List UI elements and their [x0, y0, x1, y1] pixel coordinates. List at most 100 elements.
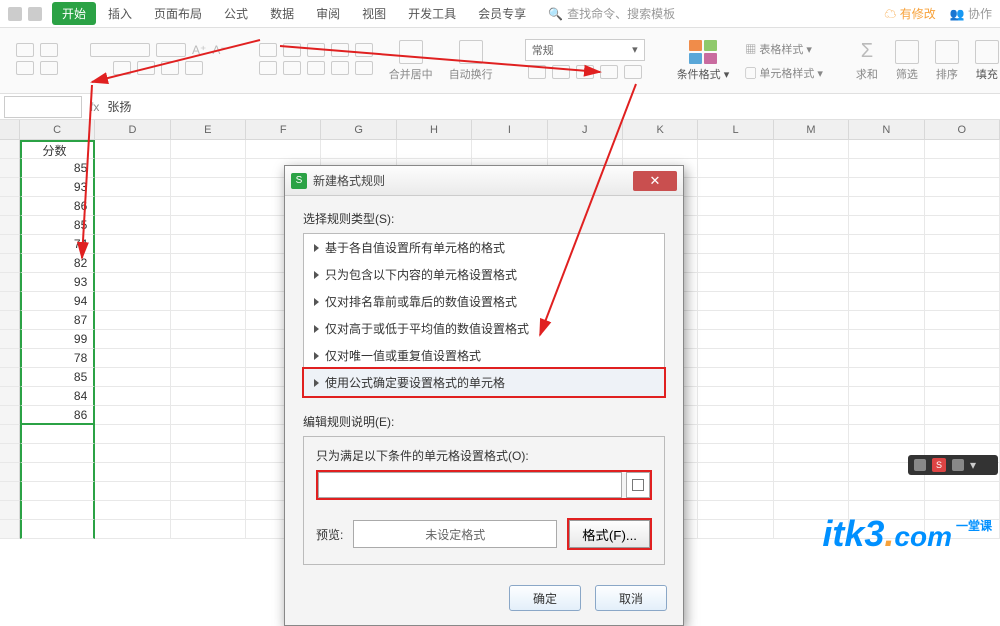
cell[interactable]: [623, 140, 698, 159]
cell[interactable]: 84: [20, 387, 95, 406]
cell[interactable]: [849, 387, 924, 406]
inc-dec-icon[interactable]: [600, 65, 618, 79]
col-hdr[interactable]: M: [774, 120, 849, 139]
border-icon[interactable]: [137, 61, 155, 75]
row-header[interactable]: [0, 254, 20, 273]
cell[interactable]: [925, 349, 1000, 368]
cell[interactable]: [925, 178, 1000, 197]
wrap-group[interactable]: 自动换行: [443, 28, 499, 93]
col-hdr[interactable]: N: [849, 120, 924, 139]
font-box[interactable]: [90, 43, 150, 57]
cell[interactable]: [171, 520, 246, 539]
al5[interactable]: [355, 43, 373, 57]
rule-item[interactable]: 仅对排名靠前或靠后的数值设置格式: [304, 288, 664, 315]
al4[interactable]: [331, 43, 349, 57]
al8[interactable]: [307, 61, 325, 75]
tab-formula[interactable]: 公式: [214, 1, 258, 26]
row-header[interactable]: [0, 387, 20, 406]
cell[interactable]: [849, 406, 924, 425]
cell[interactable]: [171, 178, 246, 197]
row-header[interactable]: [0, 330, 20, 349]
shrink-font-icon[interactable]: A⁻: [212, 43, 226, 57]
rule-item-selected[interactable]: 使用公式确定要设置格式的单元格: [304, 369, 664, 396]
name-box[interactable]: [4, 96, 82, 118]
cell[interactable]: [849, 197, 924, 216]
col-hdr[interactable]: G: [321, 120, 396, 139]
cell[interactable]: [171, 140, 246, 159]
cell[interactable]: [95, 520, 170, 539]
cell[interactable]: [95, 444, 170, 463]
cell[interactable]: [171, 501, 246, 520]
tab-data[interactable]: 数据: [260, 1, 304, 26]
row-header[interactable]: [0, 501, 20, 520]
cell[interactable]: [95, 463, 170, 482]
cell[interactable]: [698, 178, 773, 197]
brush-icon[interactable]: [40, 61, 58, 75]
cell[interactable]: [95, 311, 170, 330]
cell[interactable]: [698, 159, 773, 178]
qa-icon-2[interactable]: [28, 7, 42, 21]
cell[interactable]: [774, 311, 849, 330]
cell[interactable]: 99: [20, 330, 95, 349]
cell[interactable]: [698, 520, 773, 539]
cell[interactable]: [849, 273, 924, 292]
cell[interactable]: [774, 349, 849, 368]
al3[interactable]: [307, 43, 325, 57]
tab-home[interactable]: 开始: [52, 2, 96, 25]
cell[interactable]: [698, 235, 773, 254]
range-picker-button[interactable]: [626, 472, 650, 498]
fx-icon[interactable]: fx: [90, 100, 99, 114]
formula-input[interactable]: [318, 472, 622, 498]
cell[interactable]: [698, 349, 773, 368]
format-button[interactable]: 格式(F)...: [569, 520, 650, 548]
cell[interactable]: [95, 140, 170, 159]
cell[interactable]: [698, 254, 773, 273]
row-header[interactable]: [0, 178, 20, 197]
cell[interactable]: [472, 140, 547, 159]
tab-layout[interactable]: 页面布局: [144, 1, 212, 26]
cell[interactable]: [95, 254, 170, 273]
al9[interactable]: [331, 61, 349, 75]
cell[interactable]: [774, 216, 849, 235]
cancel-button[interactable]: 取消: [595, 585, 667, 611]
row-header[interactable]: [0, 463, 20, 482]
cell[interactable]: [925, 197, 1000, 216]
col-hdr[interactable]: E: [171, 120, 246, 139]
al7[interactable]: [283, 61, 301, 75]
row-header[interactable]: [0, 368, 20, 387]
cell[interactable]: 74: [20, 235, 95, 254]
rule-item[interactable]: 仅对唯一值或重复值设置格式: [304, 342, 664, 369]
cell[interactable]: [95, 501, 170, 520]
cell[interactable]: [849, 254, 924, 273]
row-header[interactable]: [0, 425, 20, 444]
cell-style-button[interactable]: ▢ 单元格样式 ▾: [745, 65, 823, 81]
cell[interactable]: [849, 330, 924, 349]
cell[interactable]: [171, 387, 246, 406]
cell[interactable]: [171, 216, 246, 235]
currency-icon[interactable]: [528, 65, 546, 79]
cell[interactable]: [925, 482, 1000, 501]
cell[interactable]: [849, 292, 924, 311]
cell[interactable]: [20, 444, 95, 463]
cell[interactable]: [20, 501, 95, 520]
cell[interactable]: 85: [20, 159, 95, 178]
number-format-select[interactable]: 常规▾: [525, 39, 645, 61]
qa-icon-1[interactable]: [8, 7, 22, 21]
bold-icon[interactable]: [113, 61, 131, 75]
select-all-corner[interactable]: [0, 120, 20, 139]
comma-icon[interactable]: [576, 65, 594, 79]
filter-button[interactable]: 筛选: [889, 28, 925, 93]
fill-color-icon[interactable]: [161, 61, 179, 75]
cell[interactable]: [171, 197, 246, 216]
cell[interactable]: [849, 159, 924, 178]
cell[interactable]: [774, 178, 849, 197]
cell[interactable]: [698, 368, 773, 387]
cell[interactable]: [171, 273, 246, 292]
tab-dev[interactable]: 开发工具: [398, 1, 466, 26]
cell[interactable]: [246, 140, 321, 159]
row-header[interactable]: [0, 159, 20, 178]
copy-icon[interactable]: [16, 61, 34, 75]
cell[interactable]: [95, 387, 170, 406]
share-button[interactable]: 👥 协作: [950, 5, 992, 22]
cut-icon[interactable]: [40, 43, 58, 57]
